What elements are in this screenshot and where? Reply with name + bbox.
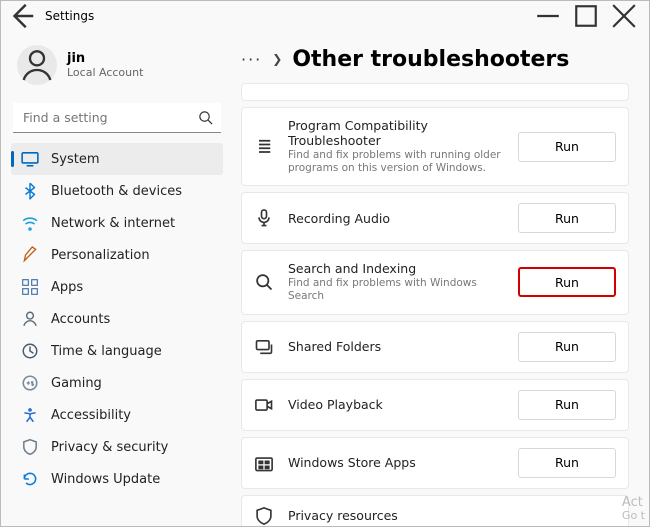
troubleshooter-title: Program Compatibility Troubleshooter (288, 118, 508, 148)
search-icon (198, 110, 213, 129)
search-icon (254, 272, 274, 292)
breadcrumb: ··· ❯ Other troubleshooters (241, 39, 629, 79)
titlebar: Settings (1, 1, 649, 31)
wifi-icon (21, 214, 39, 232)
troubleshooter-card: Shared Folders Run (241, 321, 629, 373)
profile-sub: Local Account (67, 66, 143, 79)
back-button[interactable] (7, 1, 37, 31)
run-button[interactable]: Run (518, 332, 616, 362)
back-arrow-icon (7, 1, 37, 31)
sidebar-item-label: Bluetooth & devices (51, 184, 182, 199)
clock-globe-icon (21, 342, 39, 360)
sidebar-item-windows-update[interactable]: Windows Update (11, 463, 223, 495)
privacy-icon (254, 506, 274, 526)
maximize-button[interactable] (567, 3, 605, 29)
sidebar-item-label: Privacy & security (51, 440, 168, 455)
sidebar-item-label: Accessibility (51, 408, 131, 423)
page-title: Other troubleshooters (292, 47, 569, 72)
troubleshooter-title: Video Playback (288, 397, 508, 412)
sidebar-item-label: Apps (51, 280, 83, 295)
sidebar-item-gaming[interactable]: Gaming (11, 367, 223, 399)
chevron-right-icon: ❯ (272, 52, 282, 66)
update-icon (21, 470, 39, 488)
person-icon (17, 45, 57, 85)
content-area: ··· ❯ Other troubleshooters Program Comp… (233, 31, 649, 526)
store-icon (254, 453, 274, 473)
sidebar-item-accessibility[interactable]: Accessibility (11, 399, 223, 431)
troubleshooter-title: Search and Indexing (288, 261, 508, 276)
window-controls (529, 3, 643, 29)
troubleshooter-desc: Find and fix problems with Windows Searc… (288, 277, 508, 303)
sidebar-item-bluetooth-devices[interactable]: Bluetooth & devices (11, 175, 223, 207)
brush-icon (21, 246, 39, 264)
sidebar-item-personalization[interactable]: Personalization (11, 239, 223, 271)
sidebar-item-label: Network & internet (51, 216, 175, 231)
mic-icon (254, 208, 274, 228)
folder-share-icon (254, 337, 274, 357)
sidebar-item-system[interactable]: System (11, 143, 223, 175)
troubleshooter-card: Recording Audio Run (241, 192, 629, 244)
troubleshooter-title: Recording Audio (288, 211, 508, 226)
apps-icon (21, 278, 39, 296)
profile-block[interactable]: jin Local Account (11, 31, 223, 103)
profile-name: jin (67, 51, 143, 66)
person-icon (21, 310, 39, 328)
troubleshooter-title: Privacy resources (288, 508, 616, 523)
troubleshooter-title: Shared Folders (288, 339, 508, 354)
accessibility-icon (21, 406, 39, 424)
list-icon (254, 137, 274, 157)
breadcrumb-more[interactable]: ··· (241, 50, 262, 69)
search-box[interactable] (13, 103, 221, 133)
sidebar-item-label: Personalization (51, 248, 150, 263)
troubleshooter-card: Program Compatibility Troubleshooter Fin… (241, 107, 629, 186)
sidebar-item-accounts[interactable]: Accounts (11, 303, 223, 335)
sidebar-item-label: Time & language (51, 344, 162, 359)
minimize-button[interactable] (529, 3, 567, 29)
sidebar-item-time-language[interactable]: Time & language (11, 335, 223, 367)
shield-icon (21, 438, 39, 456)
troubleshooter-card: Search and Indexing Find and fix problem… (241, 250, 629, 314)
avatar (17, 45, 57, 85)
run-button[interactable]: Run (518, 448, 616, 478)
run-button[interactable]: Run (518, 267, 616, 297)
run-button[interactable]: Run (518, 132, 616, 162)
sidebar-item-privacy-security[interactable]: Privacy & security (11, 431, 223, 463)
troubleshooter-title: Windows Store Apps (288, 455, 508, 470)
troubleshooter-desc: Find and fix problems with running older… (288, 149, 508, 175)
sidebar-item-label: System (51, 152, 99, 167)
sidebar-item-network-internet[interactable]: Network & internet (11, 207, 223, 239)
sidebar-item-label: Gaming (51, 376, 102, 391)
bluetooth-icon (21, 182, 39, 200)
system-icon (21, 150, 39, 168)
sidebar-item-label: Windows Update (51, 472, 160, 487)
troubleshooter-card: Windows Store Apps Run (241, 437, 629, 489)
gaming-icon (21, 374, 39, 392)
sidebar: jin Local Account System Bluetooth & dev… (1, 31, 233, 526)
run-button[interactable]: Run (518, 390, 616, 420)
troubleshooter-card-partial-top (241, 83, 629, 101)
troubleshooter-card: Privacy resources (241, 495, 629, 527)
search-input[interactable] (13, 103, 221, 133)
window-title: Settings (45, 9, 94, 23)
nav-list: System Bluetooth & devices Network & int… (11, 143, 223, 495)
troubleshooter-list: Program Compatibility Troubleshooter Fin… (241, 83, 629, 526)
video-icon (254, 395, 274, 415)
close-button[interactable] (605, 3, 643, 29)
sidebar-item-label: Accounts (51, 312, 110, 327)
sidebar-item-apps[interactable]: Apps (11, 271, 223, 303)
troubleshooter-card: Video Playback Run (241, 379, 629, 431)
run-button[interactable]: Run (518, 203, 616, 233)
